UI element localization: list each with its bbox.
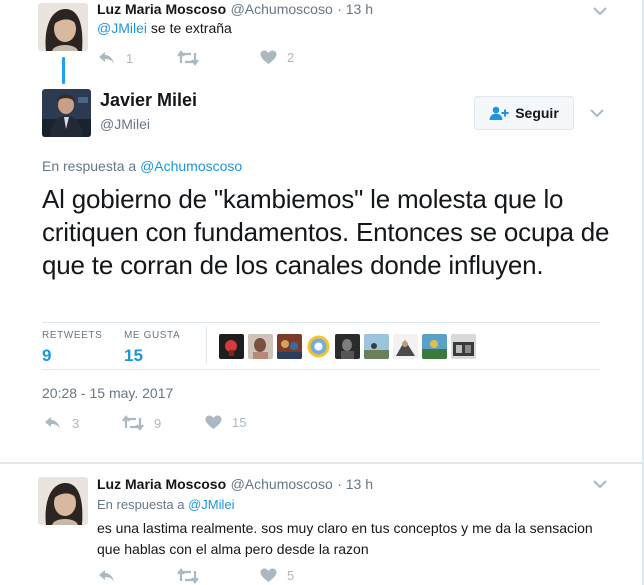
- tweet-thread-page: Luz Maria Moscoso @Achumoscoso · 13 h @J…: [0, 0, 644, 585]
- tweet-time[interactable]: · 13 h: [337, 1, 373, 17]
- divider: [0, 462, 644, 464]
- liker-avatar[interactable]: [393, 334, 418, 359]
- reply-context-handle[interactable]: @Achumoscoso: [140, 158, 242, 174]
- retweet-icon: [122, 415, 144, 431]
- follow-button[interactable]: Seguir: [474, 96, 574, 130]
- tweet-text: Al gobierno de "kambiemos" le molesta qu…: [42, 184, 610, 280]
- like-button[interactable]: 2: [260, 50, 294, 65]
- tweet-text: es una lastima realmente. sos muy claro …: [97, 520, 593, 557]
- like-button[interactable]: 5: [260, 568, 294, 583]
- retweet-count: 9: [154, 415, 162, 431]
- reply-context-label: En respuesta a: [42, 158, 141, 174]
- reply-button[interactable]: 1: [98, 50, 133, 66]
- author-handle[interactable]: @Achumoscoso: [231, 476, 333, 492]
- retweets-stat-value: 9: [42, 346, 52, 365]
- retweet-icon: [177, 568, 199, 584]
- likes-stat-label: ME GUSTA: [124, 330, 181, 341]
- avatar[interactable]: [38, 3, 88, 51]
- tweet-timestamp[interactable]: 20:28 - 15 may. 2017: [42, 385, 173, 401]
- retweet-button[interactable]: 9: [122, 415, 161, 431]
- liker-avatar[interactable]: [422, 334, 447, 359]
- add-user-icon: [489, 106, 509, 120]
- mention-link[interactable]: @JMilei: [97, 20, 147, 36]
- like-count: 5: [287, 568, 295, 583]
- chevron-down-icon[interactable]: [592, 478, 608, 490]
- reply-count: 1: [126, 50, 134, 66]
- author-name[interactable]: Luz Maria Moscoso: [97, 1, 226, 17]
- author-name[interactable]: Luz Maria Moscoso: [97, 476, 226, 492]
- reply-count: 3: [72, 415, 80, 431]
- liker-avatar[interactable]: [277, 334, 302, 359]
- reply-context: En respuesta a @Achumoscoso: [42, 158, 242, 174]
- likes-stat[interactable]: ME GUSTA 15: [124, 330, 180, 366]
- retweet-button[interactable]: [177, 50, 209, 66]
- reply-context-label: En respuesta a: [97, 497, 189, 512]
- follow-label: Seguir: [515, 105, 559, 121]
- chevron-down-icon[interactable]: [592, 5, 608, 17]
- retweet-button[interactable]: [177, 568, 209, 584]
- like-count: 15: [232, 415, 247, 430]
- retweets-stat-label: RETWEETS: [42, 330, 103, 341]
- like-button[interactable]: 15: [205, 415, 246, 430]
- chevron-down-icon[interactable]: [589, 107, 605, 119]
- reply-arrow-icon: [45, 417, 60, 429]
- divider: [42, 369, 600, 370]
- author-name[interactable]: Javier Milei: [100, 90, 197, 111]
- tweet-header: Luz Maria Moscoso @Achumoscoso · 13 h: [97, 476, 373, 494]
- reply-arrow-icon: [99, 52, 114, 64]
- tweet-header: Luz Maria Moscoso @Achumoscoso · 13 h: [97, 1, 373, 19]
- avatar[interactable]: [38, 477, 88, 525]
- tweet-time[interactable]: · 13 h: [337, 476, 373, 492]
- divider: [206, 326, 207, 364]
- reply-button[interactable]: [98, 568, 126, 584]
- reply-button[interactable]: 3: [44, 415, 79, 431]
- tweet-body: se te extraña: [147, 20, 232, 36]
- author-handle[interactable]: @JMilei: [100, 116, 150, 132]
- heart-icon: [260, 50, 277, 64]
- avatar[interactable]: [42, 89, 91, 137]
- like-count: 2: [287, 50, 295, 65]
- author-handle[interactable]: @Achumoscoso: [231, 1, 333, 17]
- heart-icon: [205, 415, 222, 429]
- retweets-stat[interactable]: RETWEETS 9: [42, 330, 102, 366]
- liker-avatar[interactable]: [451, 334, 476, 359]
- retweet-icon: [177, 50, 199, 66]
- divider: [42, 322, 600, 323]
- reply-context: En respuesta a @JMilei: [97, 497, 234, 512]
- tweet-text: @JMilei se te extraña: [97, 20, 232, 36]
- liker-avatar[interactable]: [248, 334, 273, 359]
- liker-avatar[interactable]: [335, 334, 360, 359]
- likes-stat-value: 15: [124, 346, 143, 365]
- liker-avatar[interactable]: [306, 334, 331, 359]
- thread-connector: [62, 57, 65, 84]
- reply-context-handle[interactable]: @JMilei: [188, 497, 234, 512]
- liker-avatar[interactable]: [364, 334, 389, 359]
- liker-avatars: [219, 334, 480, 359]
- reply-arrow-icon: [99, 570, 114, 582]
- heart-icon: [260, 568, 277, 582]
- liker-avatar[interactable]: [219, 334, 244, 359]
